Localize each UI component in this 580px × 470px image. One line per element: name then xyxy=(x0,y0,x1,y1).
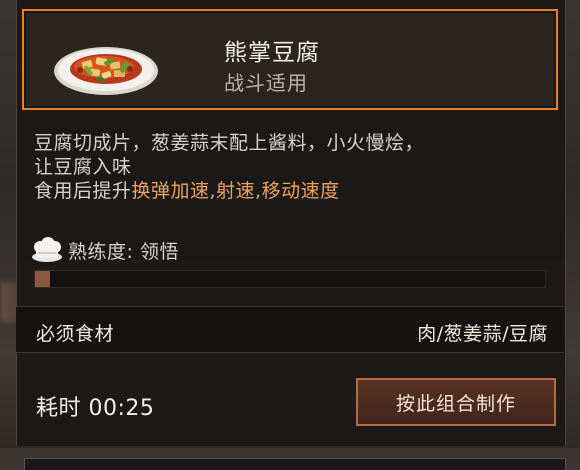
craft-with-combination-button[interactable]: 按此组合制作 xyxy=(356,378,556,426)
next-recipe-card-edge[interactable] xyxy=(24,458,566,470)
effect-highlight: 换弹加速,射速,移动速度 xyxy=(131,180,340,202)
dish-name: 熊掌豆腐 xyxy=(224,40,320,66)
cook-time: 耗时 00:25 xyxy=(36,396,155,421)
game-cooking-screen: 熊掌豆腐 战斗适用 豆腐切成片，葱姜蒜末配上酱料，小火慢烩， 让豆腐入味 食用后… xyxy=(0,0,580,470)
required-ingredients-row: 必须食材 肉/葱姜蒜/豆腐 xyxy=(16,307,564,352)
effect-line: 食用后提升换弹加速,射速,移动速度 xyxy=(34,179,554,203)
ingredients-label: 必须食材 xyxy=(36,323,115,345)
section-divider xyxy=(16,352,564,353)
mastery-progress-bar xyxy=(34,270,546,288)
effect-prefix: 食用后提升 xyxy=(34,180,132,202)
mastery-row: 熟练度: 领悟 xyxy=(30,236,179,264)
ingredients-value: 肉/葱姜蒜/豆腐 xyxy=(417,323,548,345)
description-line-1: 豆腐切成片，葱姜蒜末配上酱料，小火慢烩， xyxy=(34,132,425,154)
mastery-progress-fill xyxy=(35,271,51,287)
recipe-header-card[interactable]: 熊掌豆腐 战斗适用 xyxy=(22,9,558,110)
recipe-description: 豆腐切成片，葱姜蒜末配上酱料，小火慢烩， 让豆腐入味 食用后提升换弹加速,射速,… xyxy=(34,131,554,203)
dish-usage-tag: 战斗适用 xyxy=(224,71,308,95)
mastery-label: 熟练度: 领悟 xyxy=(68,240,179,263)
description-line-2: 让豆腐入味 xyxy=(34,156,132,178)
chef-hat-icon xyxy=(32,237,62,262)
mapo-tofu-plate-icon xyxy=(54,47,158,95)
